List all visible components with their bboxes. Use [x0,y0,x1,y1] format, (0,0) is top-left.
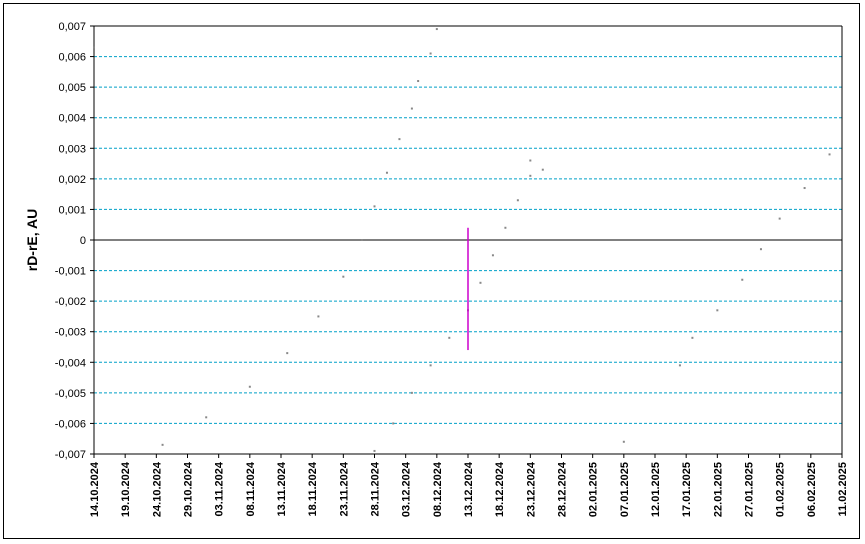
x-tick-label: 01.02.2025 [775,462,787,517]
data-point [828,153,831,156]
data-point [286,352,289,355]
data-point [317,315,320,318]
data-point [516,199,519,202]
y-tick-label: -0,002 [55,296,86,308]
x-tick-label: 17.01.2025 [681,462,693,517]
x-tick-label: 28.11.2024 [370,461,382,516]
data-point [248,385,251,388]
y-tick-label: 0,004 [58,113,86,125]
data-point [448,336,451,339]
x-tick-label: 23.11.2024 [338,461,350,516]
data-point [417,80,420,83]
chart-svg: 0,007 0,006 0,005 0,004 0,003 0,002 0,001 0 -0,0… [24,21,849,517]
data-point [373,449,376,452]
data-point [392,422,395,425]
y-tick-label: 0,006 [58,52,86,64]
data-point [373,205,376,208]
x-tick-label: 03.11.2024 [214,461,226,516]
x-tick-label: 07.01.2025 [619,462,631,517]
x-tick-label: 03.12.2024 [401,461,413,517]
data-point [504,226,507,229]
data-point [803,187,806,190]
data-point [479,281,482,284]
x-tick-label: 06.02.2025 [806,462,818,517]
y-tick-label: -0,001 [55,266,86,278]
y-tick-label: 0,001 [58,204,86,216]
x-tick-label: 22.01.2025 [712,462,724,517]
data-point [161,443,164,446]
y-tick-label: 0,003 [58,143,86,155]
x-tick-label: 18.11.2024 [307,461,319,516]
data-point [429,364,432,367]
x-tick-label: 08.12.2024 [432,461,444,517]
data-point [622,440,625,443]
y-tick-label: 0,005 [58,82,86,94]
x-tick-label: 24.10.2024 [151,461,163,517]
data-point [741,278,744,281]
data-point [361,239,364,241]
data-point [385,171,388,174]
data-point [342,275,345,278]
x-tick-label: 23.12.2024 [525,461,537,517]
x-tick-label: 08.11.2024 [245,461,257,516]
data-point [205,416,208,419]
data-point [410,107,413,110]
data-point [435,28,438,31]
y-tick-label: -0,005 [55,388,86,400]
data-point [529,159,532,162]
y-tick-label: -0,007 [55,449,86,461]
data-point [778,217,781,220]
y-tick-label: 0,007 [58,21,86,33]
data-point [678,364,681,367]
x-tick-label: 18.12.2024 [494,461,506,517]
data-point [691,336,694,339]
data-point [541,168,544,171]
y-axis-label: rD-rE, AU [24,209,40,272]
data-point [759,248,762,251]
y-tick-label: -0,003 [55,327,86,339]
y-tick-label: 0,002 [58,174,86,186]
x-tick-label: 11.02.2025 [837,462,849,516]
data-point [716,309,719,312]
data-point [410,391,413,394]
x-tick-label: 12.01.2025 [650,462,662,517]
data-point [429,52,432,55]
data-point [93,46,95,49]
x-tick-label: 19.10.2024 [120,461,132,517]
data-point [529,174,532,177]
x-tick-label: 02.01.2025 [588,462,600,517]
x-tick-label: 14.10.2024 [89,461,101,517]
x-tick-label: 13.11.2024 [276,461,288,516]
x-tick-label: 29.10.2024 [183,461,195,517]
y-tick-label: -0,004 [55,357,86,369]
data-point [398,138,401,141]
x-tick-label: 13.12.2024 [463,461,475,517]
x-tick-label: 28.12.2024 [557,461,569,517]
y-tick-label: -0,006 [55,418,86,430]
y-tick-label: 0 [80,235,86,247]
data-point [491,254,494,257]
x-tick-label: 27.01.2025 [744,462,756,517]
